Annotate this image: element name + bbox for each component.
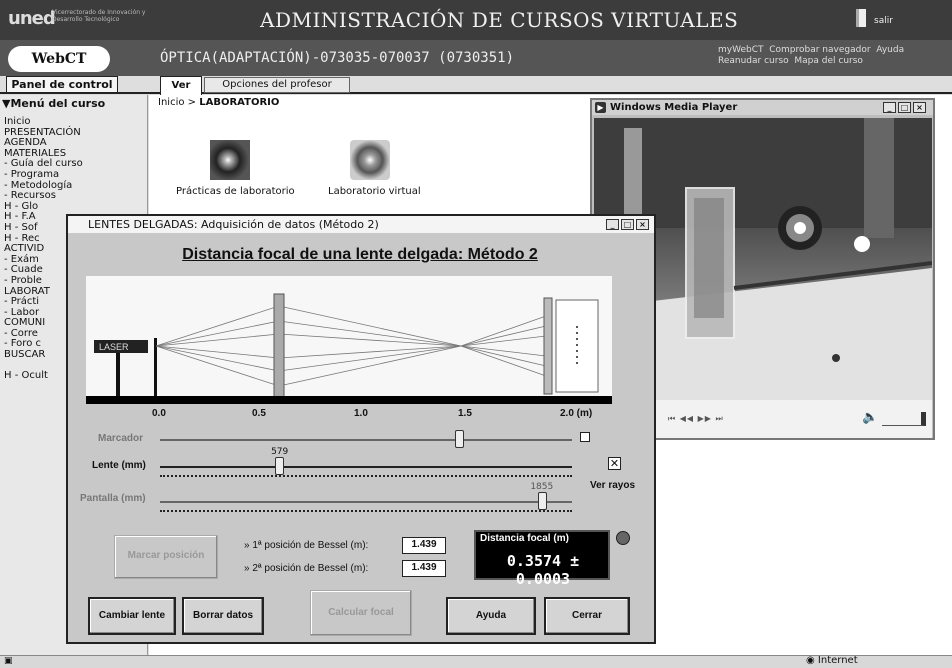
- axis-tick-label: 1.0: [354, 408, 368, 419]
- dialog-titlebar[interactable]: LENTES DELGADAS: Adquisición de datos (M…: [68, 216, 654, 233]
- lens-track[interactable]: [160, 466, 572, 468]
- webct-logo[interactable]: WebCT: [8, 46, 110, 72]
- laser-label: LASER: [99, 342, 129, 352]
- link-resume-course[interactable]: Reanudar curso: [718, 56, 789, 66]
- marker-track[interactable]: [160, 439, 572, 441]
- show-rays-checkbox[interactable]: ✕: [608, 457, 621, 470]
- focal-distance-value: 0.3574 ± 0.0003: [506, 552, 580, 588]
- dialog-heading: Distancia focal de una lente delgada: Mé…: [182, 246, 538, 263]
- tab-ver[interactable]: Ver: [160, 76, 202, 95]
- optical-bench-diagram: LASER: [94, 293, 599, 399]
- help-button[interactable]: Ayuda: [446, 597, 536, 635]
- axis-tick-label: 1.5: [458, 408, 472, 419]
- virtual-lab-icon[interactable]: [350, 140, 390, 180]
- optical-bench: LASER: [86, 276, 612, 402]
- sidebar-item[interactable]: Inicio: [4, 116, 83, 128]
- tab-professor-options[interactable]: Opciones del profesor: [204, 77, 350, 93]
- lab-practices-icon[interactable]: [210, 140, 250, 180]
- status-zone: ◉ Internet: [806, 655, 858, 666]
- logo-subtitle: Vicerrectorado de Innovación y Desarroll…: [52, 9, 146, 23]
- status-led-icon: [616, 531, 630, 545]
- exit-link[interactable]: salir: [874, 16, 893, 26]
- light-rays: [155, 305, 547, 387]
- course-title: ÓPTICA(ADAPTACIÓN)-073035-070037 (073035…: [160, 50, 515, 66]
- screen-label: Pantalla (mm): [80, 493, 146, 504]
- page-icon: ▣: [4, 656, 13, 666]
- dialog-close-icon[interactable]: ×: [636, 219, 649, 230]
- lab-practices-link[interactable]: Prácticas de laboratorio: [176, 186, 295, 197]
- status-zone-label: Internet: [817, 655, 858, 666]
- bench-rail: [86, 396, 612, 404]
- axis-tick-label: 0.0: [152, 408, 166, 419]
- volume-slider[interactable]: [882, 412, 926, 426]
- change-lens-button[interactable]: Cambiar lente: [88, 597, 176, 635]
- transport-controls[interactable]: ⏮ ◀◀ ▶▶ ⏭: [668, 414, 724, 424]
- dialog-minimize-icon[interactable]: _: [606, 219, 619, 230]
- screen-track[interactable]: [160, 501, 572, 503]
- breadcrumb: Inicio > LABORATORIO: [158, 97, 279, 108]
- lens-label: Lente (mm): [92, 460, 146, 471]
- position-axis: 0.0 0.5 1.0 1.5 2.0 (m): [86, 408, 612, 420]
- screen-value: 1855: [530, 482, 554, 492]
- lens-scale: [160, 475, 572, 477]
- speaker-icon[interactable]: 🔈: [862, 410, 878, 425]
- maximize-icon[interactable]: □: [898, 102, 911, 113]
- exit-icon[interactable]: [856, 9, 866, 27]
- course-menu-heading[interactable]: ▼Menú del curso: [2, 97, 105, 110]
- lens-slider-thumb[interactable]: [275, 457, 285, 475]
- close-button[interactable]: Cerrar: [544, 597, 630, 635]
- marker-post: [154, 338, 157, 398]
- marker-slider-thumb[interactable]: [454, 430, 464, 448]
- breadcrumb-separator: >: [184, 97, 200, 108]
- bessel1-label: » 1ª posición de Bessel (m):: [244, 540, 369, 551]
- marker-checkbox[interactable]: [580, 432, 590, 442]
- axis-tick-label: 2.0 (m): [560, 408, 593, 419]
- mark-position-button[interactable]: Marcar posición: [114, 535, 218, 579]
- bessel2-value: 1.439: [402, 560, 446, 577]
- link-check-browser[interactable]: Comprobar navegador: [769, 45, 870, 55]
- screen-frame: [543, 297, 553, 395]
- axis-tick-label: 0.5: [252, 408, 266, 419]
- virtual-lab-link[interactable]: Laboratorio virtual: [328, 186, 421, 197]
- sidebar-item[interactable]: - Programa: [4, 169, 83, 181]
- close-icon[interactable]: ×: [913, 102, 926, 113]
- show-rays-label: Ver rayos: [590, 480, 636, 491]
- uned-logo[interactable]: uned: [8, 8, 56, 29]
- clear-data-button[interactable]: Borrar datos: [182, 597, 264, 635]
- course-links: myWebCT Comprobar navegador Ayuda Reanud…: [718, 45, 904, 67]
- marker-label: Marcador: [98, 433, 144, 444]
- lens-value: 579: [271, 447, 289, 457]
- globe-icon: ◉: [806, 655, 818, 666]
- media-player-app-icon: ▶: [595, 102, 606, 113]
- focal-distance-label: Distancia focal (m): [480, 533, 569, 544]
- breadcrumb-home[interactable]: Inicio: [158, 97, 184, 108]
- link-help[interactable]: Ayuda: [876, 45, 904, 55]
- minimize-icon[interactable]: _: [883, 102, 896, 113]
- screen-scale: [160, 510, 572, 512]
- media-player-titlebar[interactable]: Windows Media Player: [592, 100, 933, 115]
- breadcrumb-current: LABORATORIO: [199, 97, 280, 108]
- link-mywebct[interactable]: myWebCT: [718, 45, 764, 55]
- screen-slider-thumb[interactable]: [538, 492, 548, 510]
- lens: [273, 293, 285, 399]
- site-title: ADMINISTRACIÓN DE CURSOS VIRTUALES: [260, 8, 739, 32]
- dialog-maximize-icon[interactable]: □: [621, 219, 634, 230]
- bessel1-value: 1.439: [402, 537, 446, 554]
- calculate-focal-button[interactable]: Calcular focal: [310, 590, 412, 636]
- bessel2-label: » 2ª posición de Bessel (m):: [244, 563, 369, 574]
- control-panel-button[interactable]: Panel de control: [6, 76, 118, 93]
- tab-bar: [0, 76, 952, 94]
- link-course-map[interactable]: Mapa del curso: [794, 56, 863, 66]
